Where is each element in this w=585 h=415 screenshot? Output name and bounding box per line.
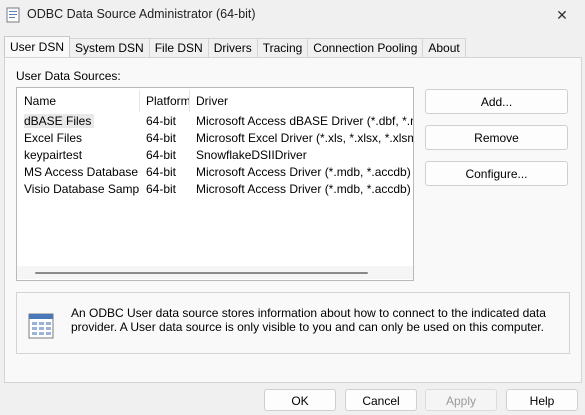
title-bar: ODBC Data Source Administrator (64-bit) … bbox=[0, 0, 585, 30]
row-platform: 64-bit bbox=[146, 165, 177, 179]
ok-button[interactable]: OK bbox=[264, 389, 336, 411]
row-name: Visio Database Samples bbox=[24, 182, 139, 196]
remove-button[interactable]: Remove bbox=[425, 125, 568, 150]
scrollbar-thumb[interactable] bbox=[35, 272, 368, 274]
column-header-driver[interactable]: Driver bbox=[189, 88, 413, 114]
row-driver: Microsoft Access Driver (*.mdb, *.accdb) bbox=[196, 182, 411, 196]
row-platform: 64-bit bbox=[146, 131, 177, 145]
user-data-sources-label: User Data Sources: bbox=[16, 69, 121, 83]
row-name: dBASE Files bbox=[24, 114, 95, 128]
list-item[interactable]: dBASE Files 64-bit Microsoft Access dBAS… bbox=[17, 113, 413, 130]
tab-drivers[interactable]: Drivers bbox=[207, 38, 258, 57]
tab-tracing[interactable]: Tracing bbox=[256, 38, 309, 57]
data-sources-list[interactable]: Name Platform Driver dBASE Files 64-bit … bbox=[16, 87, 414, 281]
row-platform: 64-bit bbox=[146, 114, 177, 128]
row-platform: 64-bit bbox=[146, 182, 177, 196]
tab-system-dsn[interactable]: System DSN bbox=[69, 38, 150, 57]
horizontal-scrollbar[interactable] bbox=[17, 266, 413, 279]
tab-connection-pooling[interactable]: Connection Pooling bbox=[307, 38, 424, 57]
column-header-platform[interactable]: Platform bbox=[139, 88, 191, 114]
row-driver: Microsoft Excel Driver (*.xls, *.xlsx, *… bbox=[196, 131, 413, 145]
help-button[interactable]: Help bbox=[506, 389, 578, 411]
close-button[interactable]: ✕ bbox=[539, 0, 585, 30]
row-name: keypairtest bbox=[24, 148, 83, 162]
list-item[interactable]: Excel Files 64-bit Microsoft Excel Drive… bbox=[17, 130, 413, 147]
row-name: Excel Files bbox=[24, 131, 83, 145]
configure-button[interactable]: Configure... bbox=[425, 161, 568, 186]
list-item[interactable]: Visio Database Samples 64-bit Microsoft … bbox=[17, 181, 413, 198]
info-description: An ODBC User data source stores informat… bbox=[71, 306, 546, 334]
window-title: ODBC Data Source Administrator (64-bit) bbox=[27, 7, 256, 21]
add-button[interactable]: Add... bbox=[425, 89, 568, 114]
row-driver: Microsoft Access Driver (*.mdb, *.accdb) bbox=[196, 165, 411, 179]
tab-about[interactable]: About bbox=[422, 38, 466, 57]
row-driver: SnowflakeDSIIDriver bbox=[196, 148, 307, 162]
tab-file-dsn[interactable]: File DSN bbox=[148, 38, 209, 57]
list-item[interactable]: MS Access Database 64-bit Microsoft Acce… bbox=[17, 164, 413, 181]
apply-button[interactable]: Apply bbox=[425, 389, 497, 411]
tab-user-dsn[interactable]: User DSN bbox=[4, 36, 71, 57]
row-platform: 64-bit bbox=[146, 148, 177, 162]
list-item[interactable]: keypairtest 64-bit SnowflakeDSIIDriver bbox=[17, 147, 413, 164]
tab-strip: User DSN System DSN File DSN Drivers Tra… bbox=[4, 36, 466, 58]
data-source-icon bbox=[25, 311, 57, 341]
row-name: MS Access Database bbox=[24, 165, 139, 179]
column-header-name[interactable]: Name bbox=[17, 88, 139, 114]
info-box: An ODBC User data source stores informat… bbox=[16, 292, 570, 354]
close-icon: ✕ bbox=[556, 6, 568, 23]
row-driver: Microsoft Access dBASE Driver (*.dbf, *.… bbox=[196, 114, 413, 128]
cancel-button[interactable]: Cancel bbox=[345, 389, 417, 411]
odbc-app-icon bbox=[5, 7, 21, 23]
